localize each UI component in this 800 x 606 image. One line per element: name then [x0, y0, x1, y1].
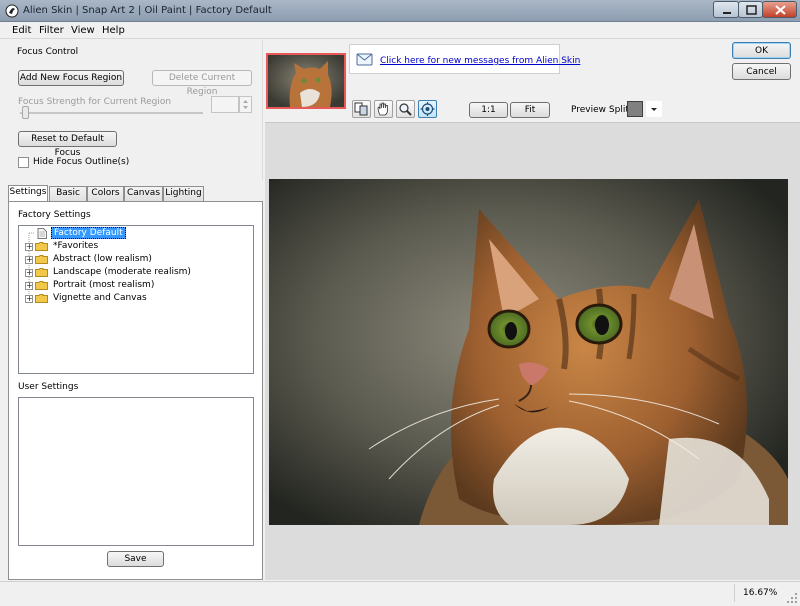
maximize-button[interactable] [738, 1, 763, 18]
maximize-icon [746, 5, 757, 15]
zoom-icon [399, 103, 412, 116]
minimize-button[interactable] [713, 1, 739, 18]
menu-bar: Edit Filter View Help [0, 22, 800, 39]
tree-item-label: Portrait (most realism) [53, 280, 155, 290]
messages-link[interactable]: Click here for new messages from Alien S… [380, 56, 580, 66]
folder-icon [35, 294, 48, 303]
user-settings-label: User Settings [18, 382, 79, 392]
minimize-icon [723, 12, 731, 14]
tree-item-label: Factory Default [51, 227, 126, 239]
chevron-down-icon [651, 108, 657, 111]
expand-icon[interactable]: + [25, 282, 33, 290]
cancel-button[interactable]: Cancel [732, 63, 791, 80]
hand-tool-button[interactable] [374, 100, 393, 118]
zoom-1to1-button[interactable]: 1:1 [469, 102, 508, 118]
factory-settings-tree[interactable]: Factory Default + *Favorites + Abstract … [18, 225, 254, 374]
expand-icon[interactable]: + [25, 256, 33, 264]
app-icon [5, 4, 19, 18]
close-button[interactable] [762, 1, 797, 18]
status-bar [0, 581, 800, 606]
focus-strength-slider-track[interactable] [20, 112, 203, 114]
focus-icon [420, 102, 435, 116]
factory-settings-label: Factory Settings [18, 210, 91, 220]
compare-icon [354, 102, 368, 116]
expand-icon[interactable]: + [25, 243, 33, 251]
tree-item-vignette[interactable]: + Vignette and Canvas [19, 292, 249, 305]
tree-item-portrait[interactable]: + Portrait (most realism) [19, 279, 249, 292]
tab-colors[interactable]: Colors [87, 186, 124, 201]
navigator-thumbnail[interactable] [266, 53, 346, 109]
ok-button[interactable]: OK [732, 42, 791, 59]
add-focus-region-button[interactable]: Add New Focus Region [18, 70, 124, 86]
focus-strength-input[interactable] [211, 96, 239, 113]
focus-control-label: Focus Control [17, 47, 79, 57]
expand-icon[interactable]: + [25, 269, 33, 277]
tree-item-label: *Favorites [53, 241, 99, 251]
preview-split-label: Preview Split: [571, 105, 632, 115]
hide-outline-label: Hide Focus Outline(s) [33, 157, 130, 167]
menu-help[interactable]: Help [102, 25, 125, 36]
spinner-arrows-icon [243, 100, 248, 109]
menu-filter[interactable]: Filter [39, 25, 64, 36]
tree-item-abstract[interactable]: + Abstract (low realism) [19, 253, 249, 266]
reset-focus-button[interactable]: Reset to Default Focus [18, 131, 117, 158]
close-icon [775, 5, 786, 15]
zoom-tool-button[interactable] [396, 100, 415, 118]
folder-icon [35, 268, 48, 277]
folder-icon [35, 255, 48, 264]
menu-view[interactable]: View [71, 25, 95, 36]
focus-strength-spinner[interactable] [239, 96, 252, 113]
save-button[interactable]: Save [107, 551, 164, 567]
zoom-fit-button[interactable]: Fit [510, 102, 550, 118]
tree-item-label: Vignette and Canvas [53, 293, 147, 303]
tree-item-factory-default[interactable]: Factory Default [19, 227, 249, 240]
focus-tool-button[interactable] [418, 100, 437, 118]
settings-tabs: Settings Basic Colors Canvas Lighting [8, 185, 263, 202]
tree-item-landscape[interactable]: + Landscape (moderate realism) [19, 266, 249, 279]
compare-tool-button[interactable] [352, 100, 371, 118]
preview-split-dropdown[interactable] [646, 101, 662, 117]
focus-strength-slider-thumb[interactable] [22, 106, 29, 119]
cat-thumbnail-image [268, 55, 344, 107]
tab-settings[interactable]: Settings [8, 185, 48, 202]
folder-icon [35, 281, 48, 290]
oil-paint-preview-image[interactable] [269, 179, 788, 525]
zoom-level: 16.67% [743, 588, 778, 598]
file-icon [37, 228, 47, 239]
window-title: Alien Skin | Snap Art 2 | Oil Paint | Fa… [23, 5, 272, 16]
menu-edit[interactable]: Edit [12, 25, 31, 36]
expand-icon[interactable]: + [25, 295, 33, 303]
message-icon [356, 53, 373, 66]
tab-basic[interactable]: Basic [49, 186, 87, 201]
tab-canvas[interactable]: Canvas [124, 186, 163, 201]
focus-strength-label: Focus Strength for Current Region [18, 97, 172, 107]
title-bar: Alien Skin | Snap Art 2 | Oil Paint | Fa… [0, 0, 800, 22]
tab-lighting[interactable]: Lighting [163, 186, 204, 201]
user-settings-list[interactable] [18, 397, 254, 546]
delete-region-button[interactable]: Delete Current Region [152, 70, 252, 97]
resize-grip-icon[interactable] [786, 592, 798, 604]
preview-split-swatch[interactable] [627, 101, 643, 117]
tree-item-label: Abstract (low realism) [53, 254, 152, 264]
hand-icon [377, 102, 388, 116]
tree-item-favorites[interactable]: + *Favorites [19, 240, 249, 253]
tree-item-label: Landscape (moderate realism) [53, 267, 191, 277]
hide-outline-checkbox[interactable] [18, 157, 29, 168]
folder-icon [35, 242, 48, 251]
